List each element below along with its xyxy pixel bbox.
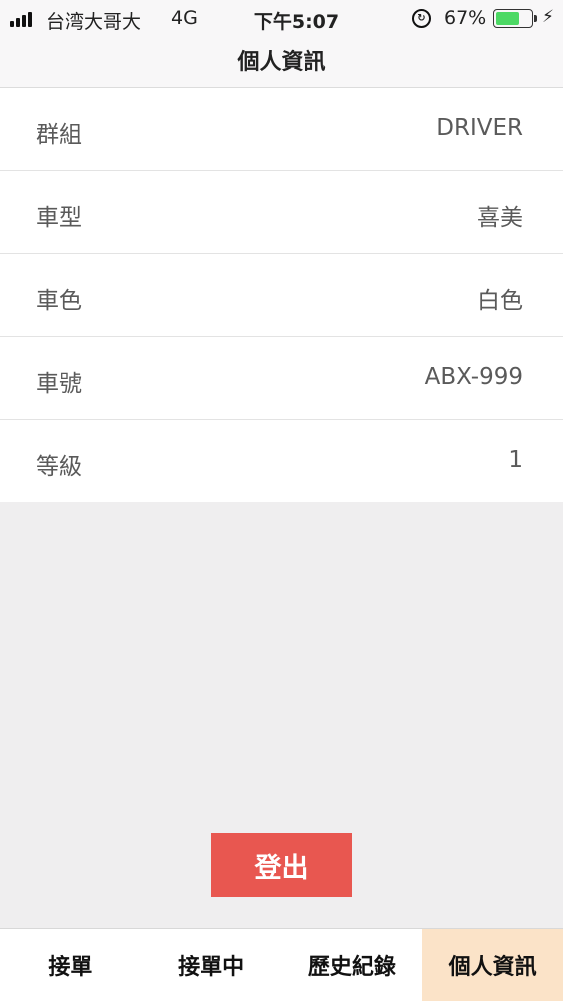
info-label: 群組 xyxy=(36,122,82,148)
battery-icon xyxy=(493,9,537,28)
info-value: 白色 xyxy=(477,288,523,314)
info-value: 1 xyxy=(508,447,523,473)
info-row-car-model: 車型 喜美 xyxy=(0,171,563,254)
info-row-level: 等級 1 xyxy=(0,420,563,502)
charging-icon: ⚡ xyxy=(542,7,554,27)
info-label: 車號 xyxy=(36,371,82,397)
tab-history[interactable]: 歷史紀錄 xyxy=(282,929,423,1001)
info-label: 車型 xyxy=(36,205,82,231)
top-bar: 台湾大哥大 4G 下午5:07 ↻ 67% ⚡ 個人資訊 xyxy=(0,0,563,88)
logout-button[interactable]: 登出 xyxy=(211,833,352,897)
status-time: 下午5:07 xyxy=(253,11,340,33)
rotation-lock-icon: ↻ xyxy=(412,9,431,28)
status-bar: 台湾大哥大 4G 下午5:07 ↻ 67% ⚡ xyxy=(0,0,563,38)
info-row-plate-number: 車號 ABX-999 xyxy=(0,337,563,420)
info-label: 車色 xyxy=(36,288,82,314)
tab-profile[interactable]: 個人資訊 xyxy=(422,929,563,1001)
battery-percent: 67% xyxy=(444,7,487,29)
info-row-group: 群組 DRIVER xyxy=(0,88,563,171)
info-value: DRIVER xyxy=(436,115,523,141)
bottom-tab-bar: 接單 接單中 歷史紀錄 個人資訊 xyxy=(0,928,563,1001)
tab-accept-order[interactable]: 接單 xyxy=(0,929,141,1001)
page-title: 個人資訊 xyxy=(237,50,326,75)
profile-info-list: 群組 DRIVER 車型 喜美 車色 白色 車號 ABX-999 等級 1 xyxy=(0,88,563,502)
info-row-car-color: 車色 白色 xyxy=(0,254,563,337)
info-label: 等級 xyxy=(36,454,82,480)
info-value: 喜美 xyxy=(477,205,523,231)
info-value: ABX-999 xyxy=(424,364,523,390)
tab-in-progress[interactable]: 接單中 xyxy=(141,929,282,1001)
